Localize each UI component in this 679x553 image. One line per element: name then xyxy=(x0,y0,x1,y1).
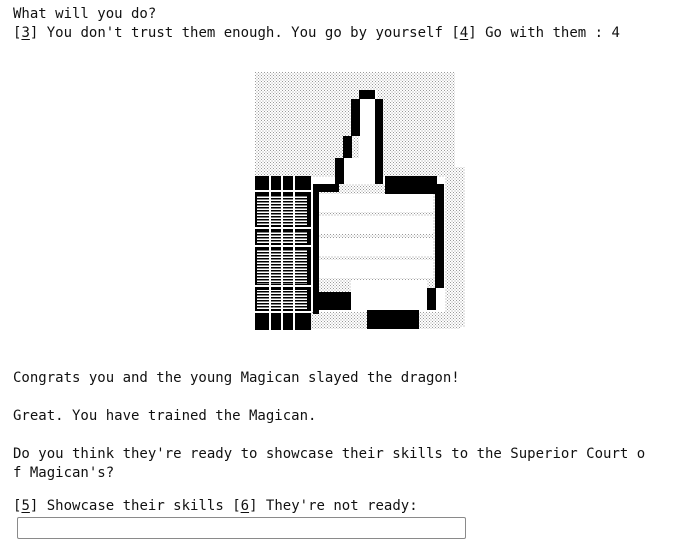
option-key-6: 6 xyxy=(240,498,250,514)
option-key-4: 4 xyxy=(459,25,469,41)
choice-line-1: [3] You don't trust them enough. You go … xyxy=(13,25,620,41)
option-text-4: Go with them : 4 xyxy=(476,25,620,41)
showcase-question-line-2: f Magican's? xyxy=(13,465,115,481)
congrats-message: Congrats you and the young Magican slaye… xyxy=(13,370,460,386)
showcase-question-line-1: Do you think they're ready to showcase t… xyxy=(13,446,646,462)
question-what-will-you-do: What will you do? xyxy=(13,6,157,22)
option-key-5: 5 xyxy=(21,498,30,514)
knuckle-bar xyxy=(385,176,437,194)
option-text-5: Showcase their skills xyxy=(38,498,233,514)
thumb-fill-lower xyxy=(344,158,375,184)
trained-message: Great. You have trained the Magican. xyxy=(13,408,317,424)
sleeve xyxy=(255,176,311,330)
answer-input[interactable] xyxy=(17,517,466,539)
choice-line-2: [5] Showcase their skills [6] They're no… xyxy=(13,498,418,514)
thumbs-up-icon xyxy=(255,72,465,330)
option-text-6: They're not ready: xyxy=(257,498,418,514)
option-key-3: 3 xyxy=(21,25,30,41)
option-text-3: You don't trust them enough. You go by y… xyxy=(38,25,452,41)
